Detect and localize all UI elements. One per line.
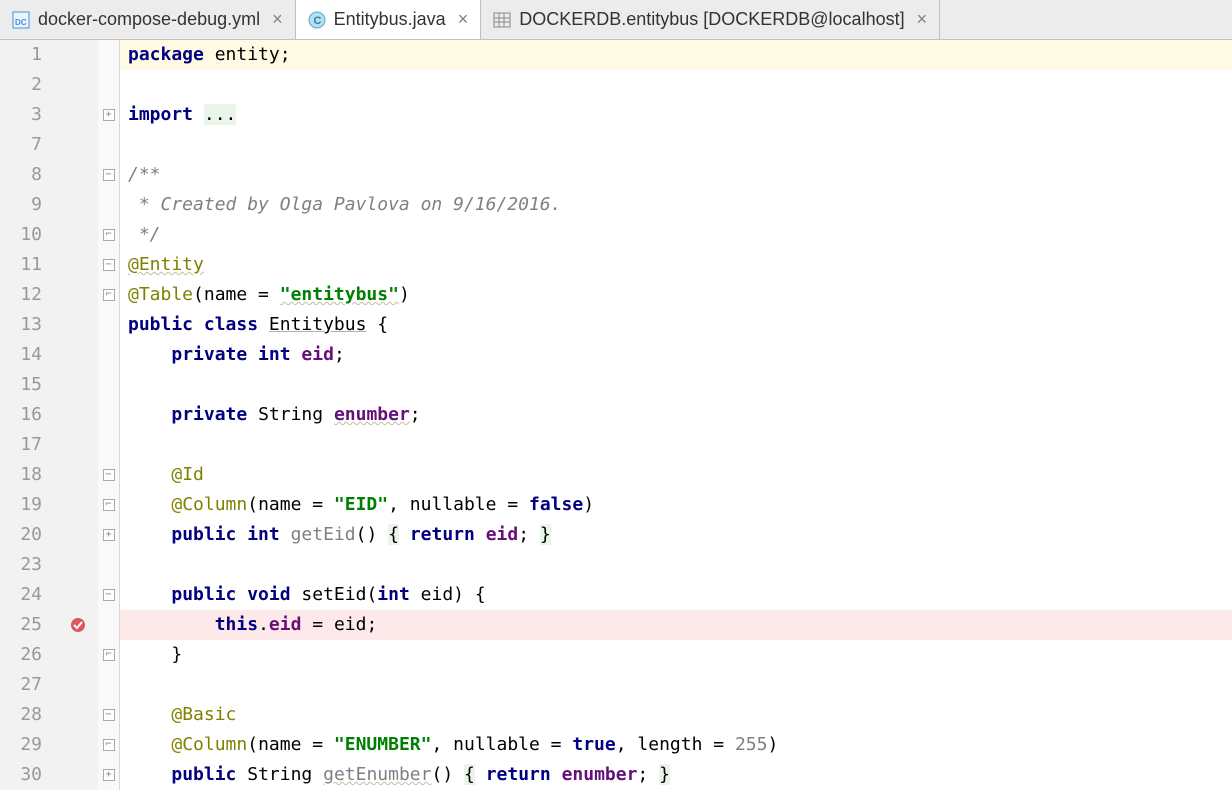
fold-collapse-icon[interactable]: − — [103, 259, 115, 271]
code-line[interactable]: 7 — [0, 130, 1232, 160]
java-class-icon: C — [308, 11, 326, 29]
code-line[interactable]: 2 — [0, 70, 1232, 100]
fold-expand-icon[interactable]: + — [103, 769, 115, 781]
breakpoint-gutter[interactable] — [58, 40, 98, 70]
code-line[interactable]: 9 * Created by Olga Pavlova on 9/16/2016… — [0, 190, 1232, 220]
code-line[interactable]: 29 ⌐ @Column(name = "ENUMBER", nullable … — [0, 730, 1232, 760]
code-line[interactable]: 18 − @Id — [0, 460, 1232, 490]
editor-tabs: DC docker-compose-debug.yml × C Entitybu… — [0, 0, 1232, 40]
code-line[interactable]: 12 ⌐ @Table(name = "entitybus") — [0, 280, 1232, 310]
code-line[interactable]: 19 ⌐ @Column(name = "EID", nullable = fa… — [0, 490, 1232, 520]
fold-collapse-icon[interactable]: − — [103, 589, 115, 601]
code-line[interactable]: 8 − /** — [0, 160, 1232, 190]
code-line[interactable]: 1 package entity; — [0, 40, 1232, 70]
code-line-breakpoint[interactable]: 25 this.eid = eid; — [0, 610, 1232, 640]
tab-label: docker-compose-debug.yml — [38, 9, 260, 30]
code-editor[interactable]: 1 package entity; 2 3 + import ... 7 8 −… — [0, 40, 1232, 810]
code-line[interactable]: 20 + public int getEid() { return eid; } — [0, 520, 1232, 550]
code-line[interactable]: 16 private String enumber; — [0, 400, 1232, 430]
code-line[interactable]: 3 + import ... — [0, 100, 1232, 130]
fold-end-icon[interactable]: ⌐ — [103, 649, 115, 661]
code-line[interactable]: 10 ⌐ */ — [0, 220, 1232, 250]
tab-label: DOCKERDB.entitybus [DOCKERDB@localhost] — [519, 9, 904, 30]
fold-end-icon[interactable]: ⌐ — [103, 739, 115, 751]
fold-expand-icon[interactable]: + — [103, 109, 115, 121]
tab-entitybus-java[interactable]: C Entitybus.java × — [296, 0, 482, 39]
fold-gutter[interactable] — [98, 40, 120, 70]
tab-docker-compose[interactable]: DC docker-compose-debug.yml × — [0, 0, 296, 39]
close-icon[interactable]: × — [458, 9, 469, 30]
close-icon[interactable]: × — [272, 9, 283, 30]
code-line[interactable]: 17 — [0, 430, 1232, 460]
code-line[interactable]: 13 public class Entitybus { — [0, 310, 1232, 340]
breakpoint-marker[interactable] — [58, 610, 98, 640]
fold-end-icon[interactable]: ⌐ — [103, 499, 115, 511]
tab-dockerdb-entitybus[interactable]: DOCKERDB.entitybus [DOCKERDB@localhost] … — [481, 0, 940, 39]
code-line[interactable]: 15 — [0, 370, 1232, 400]
tab-label: Entitybus.java — [334, 9, 446, 30]
code-line[interactable]: 14 private int eid; — [0, 340, 1232, 370]
fold-end-icon[interactable]: ⌐ — [103, 229, 115, 241]
code-line[interactable]: 11 − @Entity — [0, 250, 1232, 280]
fold-collapse-icon[interactable]: − — [103, 469, 115, 481]
fold-end-icon[interactable]: ⌐ — [103, 289, 115, 301]
code-line[interactable]: 24 − public void setEid(int eid) { — [0, 580, 1232, 610]
line-number: 1 — [0, 40, 58, 70]
code-line[interactable]: 26 ⌐ } — [0, 640, 1232, 670]
docker-compose-icon: DC — [12, 11, 30, 29]
code-line[interactable]: 28 − @Basic — [0, 700, 1232, 730]
svg-text:DC: DC — [15, 18, 27, 27]
fold-collapse-icon[interactable]: − — [103, 169, 115, 181]
code-line[interactable]: 23 — [0, 550, 1232, 580]
table-icon — [493, 11, 511, 29]
code-line[interactable]: 30 + public String getEnumber() { return… — [0, 760, 1232, 790]
fold-collapse-icon[interactable]: − — [103, 709, 115, 721]
fold-expand-icon[interactable]: + — [103, 529, 115, 541]
svg-text:C: C — [313, 15, 321, 27]
close-icon[interactable]: × — [917, 9, 928, 30]
breakpoint-icon — [70, 617, 86, 633]
code-line[interactable]: 27 — [0, 670, 1232, 700]
